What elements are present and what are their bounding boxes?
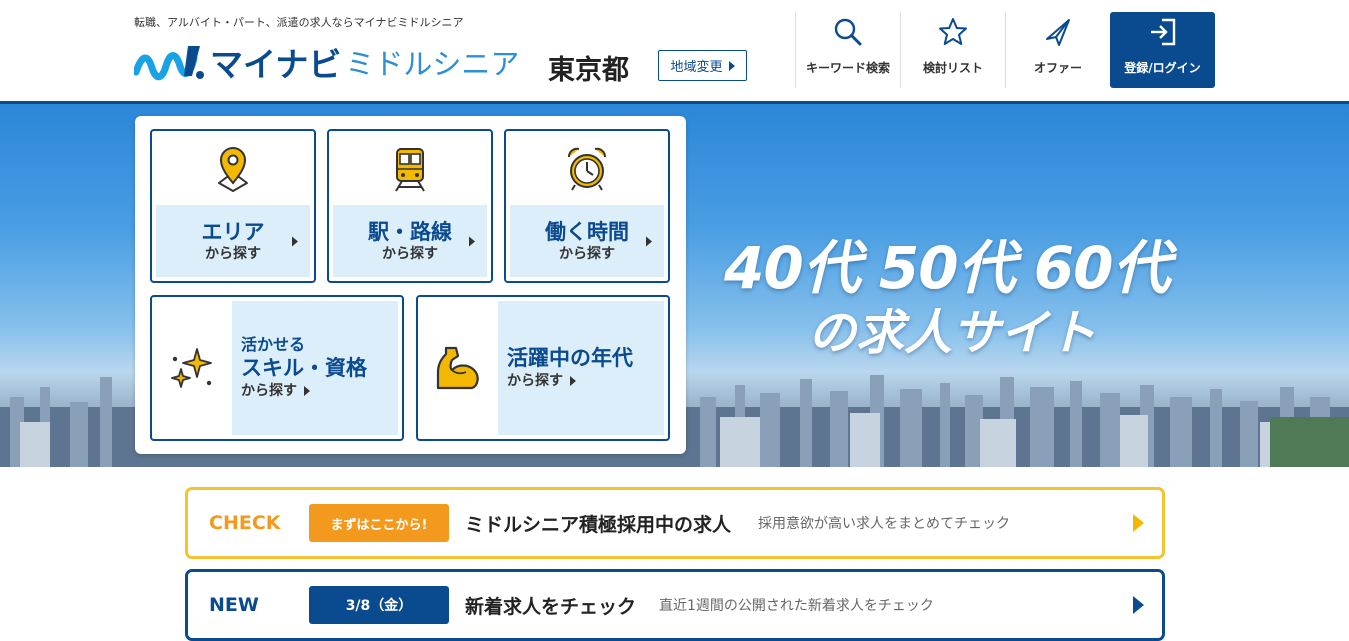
card-title: 活躍中の年代: [507, 346, 633, 370]
card-title-line1: 活かせる: [241, 335, 306, 354]
caret-right-icon: [1133, 596, 1144, 614]
search-by-area-card[interactable]: エリア から探す: [150, 129, 316, 283]
region-change-button[interactable]: 地域変更: [658, 50, 747, 81]
star-icon: [939, 18, 967, 45]
search-panel: エリア から探す 駅・路線 から探す 働く時間 から探す 活かせる スキル・資格…: [135, 116, 686, 454]
login-label: 登録/ログイン: [1124, 61, 1201, 75]
caret-right-icon: [304, 386, 310, 396]
logo-text-middle-senior: ミドルシニア: [345, 47, 520, 81]
caret-right-icon: [728, 60, 735, 71]
card-subtitle: から探す: [382, 245, 438, 262]
card-subtitle-row: から探す: [241, 381, 398, 401]
caret-right-icon: [646, 232, 652, 251]
card-title: 駅・路線: [368, 219, 452, 244]
card-subtitle-row: から探す: [507, 371, 664, 391]
card-title: 働く時間: [545, 219, 629, 244]
site-header: 転職、アルバイト・パート、派遣の求人ならマイナビミドルシニア マイナビ ミドルシ…: [0, 0, 1349, 101]
hero-divider: [0, 101, 1349, 104]
site-logo[interactable]: マイナビ ミドルシニア: [134, 42, 520, 84]
card-icon-area: [506, 131, 668, 206]
card-icon-area: [152, 131, 314, 206]
favorites-nav[interactable]: 検討リスト: [900, 12, 1005, 88]
flexed-arm-icon: [436, 346, 479, 390]
card-title-line2: スキル・資格: [241, 356, 367, 380]
new-jobs-banner[interactable]: NEW 3/8（金） 新着求人をチェック 直近1週間の公開された新着求人をチェッ…: [185, 569, 1165, 641]
caret-right-icon: [469, 232, 475, 251]
favorites-label: 検討リスト: [922, 61, 983, 75]
caret-right-icon: [1133, 514, 1144, 532]
train-icon: [395, 147, 425, 192]
banner-tag: CHECK: [209, 512, 281, 534]
caret-right-icon: [292, 232, 298, 251]
card-label-area: 活躍中の年代 から探す: [498, 301, 664, 435]
search-icon: [834, 18, 862, 46]
card-icon-area: [152, 297, 232, 439]
keyword-search-label: キーワード検索: [805, 61, 890, 75]
card-subtitle: から探す: [559, 245, 615, 262]
offer-label: オファー: [1033, 61, 1082, 75]
login-button[interactable]: 登録/ログイン: [1110, 12, 1215, 88]
offer-nav[interactable]: オファー: [1005, 12, 1110, 88]
card-subtitle: から探す: [205, 245, 261, 262]
search-by-hours-card[interactable]: 働く時間 から探す: [504, 129, 670, 283]
logo-text-mynavi: マイナビ: [210, 45, 342, 84]
card-icon-area: [418, 297, 498, 439]
banner-description: 直近1週間の公開された新着求人をチェック: [659, 598, 934, 614]
region-change-label: 地域変更: [670, 60, 723, 75]
search-by-station-card[interactable]: 駅・路線 から探す: [327, 129, 493, 283]
card-subtitle: から探す: [507, 373, 563, 389]
featured-jobs-banner[interactable]: CHECK まずはここから! ミドルシニア積極採用中の求人 採用意欲が高い求人を…: [185, 487, 1165, 559]
alarm-clock-icon: [568, 147, 606, 191]
card-subtitle: から探す: [241, 383, 297, 399]
banner-description: 採用意欲が高い求人をまとめてチェック: [758, 516, 1010, 532]
banner-pill: まずはここから!: [309, 504, 449, 542]
card-icon-area: [329, 131, 491, 206]
current-prefecture: 東京都: [548, 55, 629, 86]
sparkle-icon: [171, 348, 212, 388]
paper-plane-icon: [1046, 19, 1070, 46]
mynavi-logo-icon: [134, 46, 204, 81]
search-by-age-card[interactable]: 活躍中の年代 から探す: [416, 295, 670, 441]
banner-tag: NEW: [209, 594, 259, 616]
card-label-area: 働く時間 から探す: [510, 205, 664, 277]
banner-date-pill: 3/8（金）: [309, 586, 449, 624]
hero-headline-site: の求人サイト: [808, 305, 1097, 361]
map-pin-icon: [218, 146, 248, 192]
login-icon: [1150, 18, 1175, 46]
card-label-area: 活かせる スキル・資格 から探す: [232, 301, 398, 435]
card-label-area: 駅・路線 から探す: [333, 205, 487, 277]
caret-right-icon: [570, 376, 576, 386]
card-label-area: エリア から探す: [156, 205, 310, 277]
keyword-search-nav[interactable]: キーワード検索: [795, 12, 900, 88]
banner-title: 新着求人をチェック: [465, 595, 637, 618]
site-tagline: 転職、アルバイト・パート、派遣の求人ならマイナビミドルシニア: [134, 16, 464, 29]
card-title: エリア: [201, 219, 265, 244]
banner-title: ミドルシニア積極採用中の求人: [465, 513, 732, 536]
search-by-skill-card[interactable]: 活かせる スキル・資格 から探す: [150, 295, 404, 441]
